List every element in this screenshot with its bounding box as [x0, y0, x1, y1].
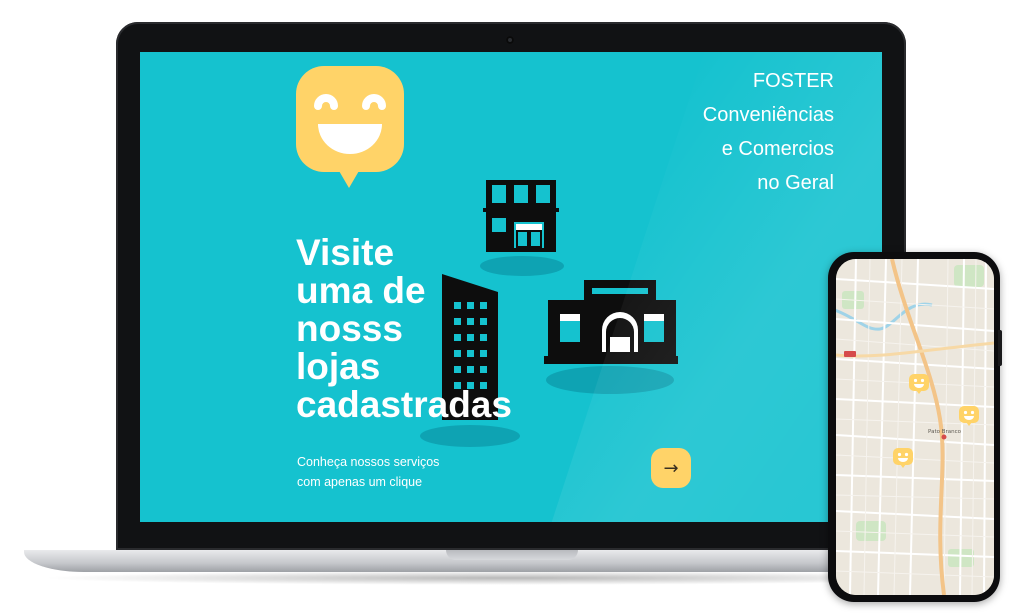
- headline-line: lojas: [296, 346, 381, 387]
- laptop-camera: [506, 36, 514, 44]
- brand-line: no Geral: [757, 172, 834, 194]
- smiley-map-marker-icon[interactable]: [908, 373, 930, 395]
- headline-line: uma de: [296, 270, 426, 311]
- next-button[interactable]: →: [651, 448, 691, 488]
- laptop-opening-notch: [446, 550, 578, 560]
- headline-line: cadastradas: [296, 384, 512, 425]
- laptop-screen: FOSTER Conveniências e Comercios no Gera…: [140, 52, 882, 522]
- phone-side-button: [998, 330, 1002, 366]
- brand-line: e Comercios: [721, 138, 834, 160]
- hero-headline: Visite uma de nosss lojas cadastradas: [296, 234, 596, 424]
- subtext-line: Conheça nossos serviços: [297, 455, 440, 469]
- city-map[interactable]: [836, 259, 994, 595]
- headline-line: Visite: [296, 232, 395, 273]
- brand-line: FOSTER: [752, 70, 834, 92]
- smiley-map-marker-icon[interactable]: [892, 447, 914, 469]
- smiley-map-marker-icon[interactable]: [958, 405, 980, 427]
- brand-tagline: FOSTER Conveniências e Comercios no Gera…: [614, 64, 834, 200]
- tower-shadow: [420, 425, 520, 447]
- subtext-line: com apenas um clique: [297, 475, 423, 489]
- headline-line: nosss: [296, 308, 403, 349]
- hero-subtext: Conheça nossos serviços com apenas um cl…: [297, 452, 517, 492]
- brand-line: Conveniências: [702, 104, 834, 126]
- arrow-right-icon: →: [663, 457, 679, 479]
- smiley-speech-bubble-icon: [296, 66, 404, 172]
- map-label: Pato Branco: [928, 429, 961, 435]
- phone-map-screen[interactable]: Pato Branco: [836, 259, 994, 595]
